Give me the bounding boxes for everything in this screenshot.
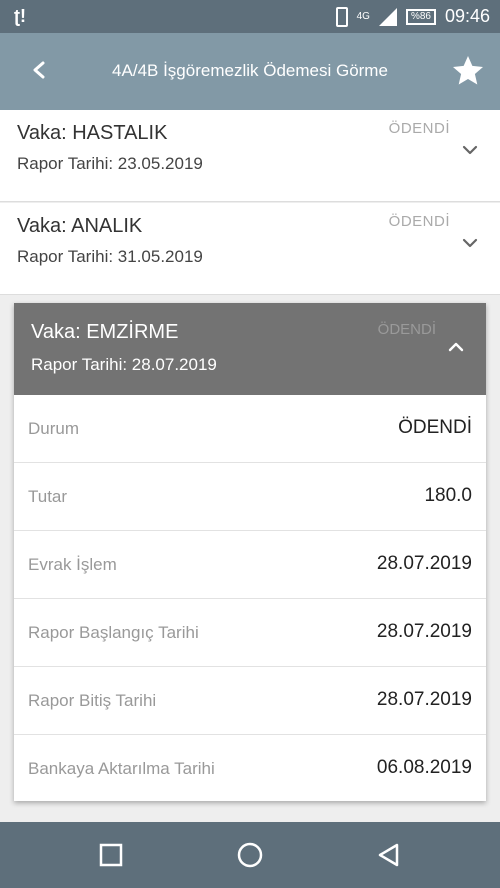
notification-icon: ʈ! (14, 6, 26, 26)
page-title: 4A/4B İşgöremezlik Ödemesi Görme (112, 61, 388, 80)
phone-icon (335, 6, 348, 27)
battery-indicator: %86 (405, 8, 436, 25)
expanded-case-header[interactable]: Vaka: EMZİRME Rapor Tarihi: 28.07.2019 Ö… (14, 303, 486, 395)
case-list: Vaka: HASTALIK Rapor Tarihi: 23.05.2019 … (0, 110, 500, 822)
detail-row: Tutar 180.0 (14, 463, 486, 531)
expanded-case-card: Vaka: EMZİRME Rapor Tarihi: 28.07.2019 Ö… (14, 303, 486, 801)
case-title: Vaka: HASTALIK (17, 122, 168, 144)
star-icon[interactable] (450, 53, 486, 89)
status-bar-right: 4G %86 09:46 (335, 0, 490, 33)
chevron-down-icon[interactable] (460, 233, 480, 253)
square-icon[interactable] (96, 840, 126, 870)
signal-icon (378, 7, 397, 26)
detail-label: Rapor Bitiş Tarihi (28, 691, 157, 710)
detail-row: Evrak İşlem 28.07.2019 (14, 531, 486, 599)
triangle-back-icon[interactable] (374, 840, 404, 870)
case-title: Vaka: EMZİRME (31, 321, 179, 343)
case-item[interactable]: Vaka: ANALIK Rapor Tarihi: 31.05.2019 ÖD… (0, 203, 500, 295)
detail-label: Evrak İşlem (28, 555, 117, 574)
detail-value: 180.0 (424, 485, 472, 506)
detail-label: Bankaya Aktarılma Tarihi (28, 759, 215, 778)
app-bar: 4A/4B İşgöremezlik Ödemesi Görme (0, 33, 500, 110)
chevron-up-icon[interactable] (446, 337, 466, 357)
detail-row: Rapor Başlangıç Tarihi 28.07.2019 (14, 599, 486, 667)
detail-value: 06.08.2019 (376, 757, 472, 778)
case-report-date: Rapor Tarihi: 28.07.2019 (31, 355, 217, 374)
detail-value: ÖDENDİ (398, 417, 472, 438)
network-type: 4G (356, 10, 370, 22)
detail-label: Rapor Başlangıç Tarihi (28, 623, 199, 642)
detail-value: 28.07.2019 (376, 621, 472, 642)
case-item[interactable]: Vaka: HASTALIK Rapor Tarihi: 23.05.2019 … (0, 110, 500, 202)
status-badge: ÖDENDİ (377, 321, 436, 338)
detail-value: 28.07.2019 (376, 553, 472, 574)
detail-label: Durum (28, 419, 80, 438)
status-badge: ÖDENDİ (388, 120, 450, 137)
detail-value: 28.07.2019 (376, 689, 472, 710)
case-report-date: Rapor Tarihi: 31.05.2019 (17, 247, 203, 266)
case-report-date: Rapor Tarihi: 23.05.2019 (17, 154, 203, 173)
chevron-down-icon[interactable] (460, 140, 480, 160)
status-bar: ʈ! 4G %86 09:46 (0, 0, 500, 33)
status-badge: ÖDENDİ (388, 213, 450, 230)
system-nav-bar (0, 822, 500, 888)
detail-row: Bankaya Aktarılma Tarihi 06.08.2019 (14, 735, 486, 801)
detail-label: Tutar (28, 487, 68, 506)
clock: 09:46 (444, 6, 490, 26)
case-title: Vaka: ANALIK (17, 215, 143, 237)
detail-row: Durum ÖDENDİ (14, 395, 486, 463)
circle-icon[interactable] (235, 840, 265, 870)
detail-row: Rapor Bitiş Tarihi 28.07.2019 (14, 667, 486, 735)
